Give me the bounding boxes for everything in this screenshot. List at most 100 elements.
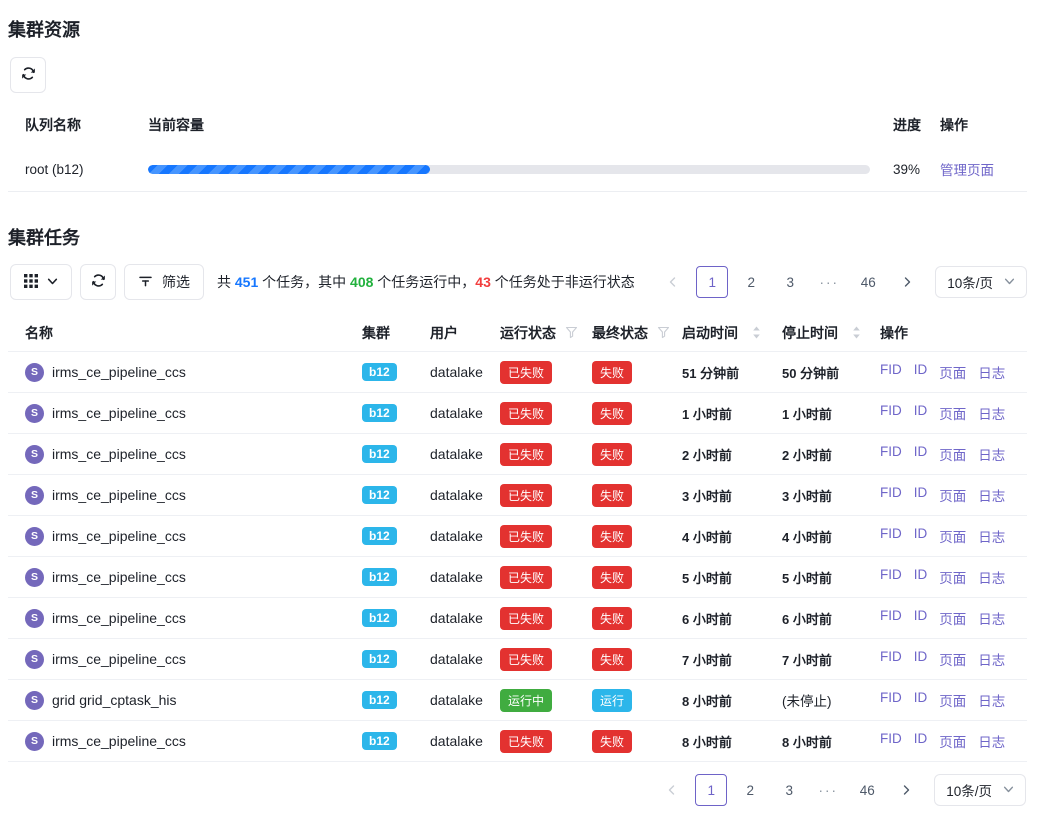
column-settings-button[interactable] <box>10 264 72 300</box>
resources-table-header: 队列名称 当前容量 进度 操作 <box>8 103 1027 147</box>
id-link[interactable]: ID <box>914 444 928 464</box>
run-status-badge: 已失败 <box>500 484 552 507</box>
task-name: irms_ce_pipeline_ccs <box>52 364 186 380</box>
page-size-select[interactable]: 10条/页 <box>934 774 1026 806</box>
fid-link[interactable]: FID <box>880 649 902 669</box>
page-link[interactable]: 页面 <box>939 649 966 669</box>
page-button-last[interactable]: 46 <box>852 266 884 298</box>
page-link[interactable]: 页面 <box>939 690 966 710</box>
resources-refresh-button[interactable] <box>10 57 46 93</box>
id-link[interactable]: ID <box>914 731 928 751</box>
prev-page-button[interactable] <box>657 266 689 298</box>
user: datalake <box>430 405 500 421</box>
start-time: 51 分钟前 <box>682 363 782 382</box>
id-link[interactable]: ID <box>914 526 928 546</box>
fid-link[interactable]: FID <box>880 526 902 546</box>
log-link[interactable]: 日志 <box>978 362 1005 382</box>
page-link[interactable]: 页面 <box>939 731 966 751</box>
log-link[interactable]: 日志 <box>978 567 1005 587</box>
avatar: S <box>25 691 44 710</box>
tasks-refresh-button[interactable] <box>80 264 116 300</box>
manage-page-link[interactable]: 管理页面 <box>940 163 994 178</box>
filter-button[interactable]: 筛选 <box>124 264 204 300</box>
table-row: Sirms_ce_pipeline_ccs b12 datalake 已失败 失… <box>8 557 1027 598</box>
chevron-down-icon <box>1004 275 1015 290</box>
page-button-2[interactable]: 2 <box>734 774 766 806</box>
cluster-tag: b12 <box>362 445 397 463</box>
final-status-filter-icon[interactable] <box>657 326 670 339</box>
log-link[interactable]: 日志 <box>978 649 1005 669</box>
avatar: S <box>25 650 44 669</box>
id-link[interactable]: ID <box>914 403 928 423</box>
log-link[interactable]: 日志 <box>978 690 1005 710</box>
filter-lines-icon <box>138 273 153 291</box>
fid-link[interactable]: FID <box>880 485 902 505</box>
final-status-badge: 失败 <box>592 484 632 507</box>
start-time: 2 小时前 <box>682 445 782 464</box>
page-ellipsis[interactable]: ··· <box>813 266 845 298</box>
log-link[interactable]: 日志 <box>978 731 1005 751</box>
page-button-last[interactable]: 46 <box>851 774 883 806</box>
log-link[interactable]: 日志 <box>978 526 1005 546</box>
final-status-badge: 失败 <box>592 607 632 630</box>
id-link[interactable]: ID <box>914 649 928 669</box>
col-progress: 进度 <box>870 115 940 135</box>
table-row: Sirms_ce_pipeline_ccs b12 datalake 已失败 失… <box>8 516 1027 557</box>
page-size-select[interactable]: 10条/页 <box>935 266 1027 298</box>
fid-link[interactable]: FID <box>880 444 902 464</box>
run-status-filter-icon[interactable] <box>565 326 578 339</box>
fid-link[interactable]: FID <box>880 362 902 382</box>
final-status-badge: 失败 <box>592 730 632 753</box>
fid-link[interactable]: FID <box>880 690 902 710</box>
next-page-button[interactable] <box>890 774 922 806</box>
start-time: 3 小时前 <box>682 486 782 505</box>
id-link[interactable]: ID <box>914 608 928 628</box>
final-status-badge: 失败 <box>592 443 632 466</box>
chevron-down-icon <box>47 274 58 290</box>
col-run-status: 运行状态 <box>500 323 592 343</box>
final-status-badge: 失败 <box>592 525 632 548</box>
log-link[interactable]: 日志 <box>978 485 1005 505</box>
page-button-2[interactable]: 2 <box>735 266 767 298</box>
capacity-progress-bar <box>148 165 870 174</box>
page-button-1[interactable]: 1 <box>696 266 728 298</box>
queue-name: root (b12) <box>25 162 148 177</box>
page-link[interactable]: 页面 <box>939 485 966 505</box>
page-ellipsis[interactable]: ··· <box>812 774 844 806</box>
fid-link[interactable]: FID <box>880 403 902 423</box>
id-link[interactable]: ID <box>914 362 928 382</box>
stop-time-sort-icon[interactable] <box>852 326 861 339</box>
fid-link[interactable]: FID <box>880 567 902 587</box>
pagination-bottom: 1 2 3 ··· 46 10条/页 <box>656 774 1026 806</box>
page-button-3[interactable]: 3 <box>773 774 805 806</box>
id-link[interactable]: ID <box>914 690 928 710</box>
stop-time: 8 小时前 <box>782 732 880 751</box>
fid-link[interactable]: FID <box>880 731 902 751</box>
page-link[interactable]: 页面 <box>939 608 966 628</box>
id-link[interactable]: ID <box>914 567 928 587</box>
final-status-badge: 失败 <box>592 402 632 425</box>
fid-link[interactable]: FID <box>880 608 902 628</box>
id-link[interactable]: ID <box>914 485 928 505</box>
page-link[interactable]: 页面 <box>939 444 966 464</box>
page-link[interactable]: 页面 <box>939 403 966 423</box>
log-link[interactable]: 日志 <box>978 403 1005 423</box>
next-page-button[interactable] <box>891 266 923 298</box>
page-link[interactable]: 页面 <box>939 362 966 382</box>
run-status-badge: 已失败 <box>500 525 552 548</box>
page-button-3[interactable]: 3 <box>774 266 806 298</box>
task-name: irms_ce_pipeline_ccs <box>52 528 186 544</box>
log-link[interactable]: 日志 <box>978 444 1005 464</box>
log-link[interactable]: 日志 <box>978 608 1005 628</box>
running-count: 408 <box>350 274 373 290</box>
user: datalake <box>430 569 500 585</box>
page-button-1[interactable]: 1 <box>695 774 727 806</box>
avatar: S <box>25 732 44 751</box>
page-link[interactable]: 页面 <box>939 567 966 587</box>
page-size-value: 10条/页 <box>947 272 993 292</box>
start-time-sort-icon[interactable] <box>752 326 761 339</box>
task-name: irms_ce_pipeline_ccs <box>52 651 186 667</box>
avatar: S <box>25 363 44 382</box>
prev-page-button[interactable] <box>656 774 688 806</box>
page-link[interactable]: 页面 <box>939 526 966 546</box>
